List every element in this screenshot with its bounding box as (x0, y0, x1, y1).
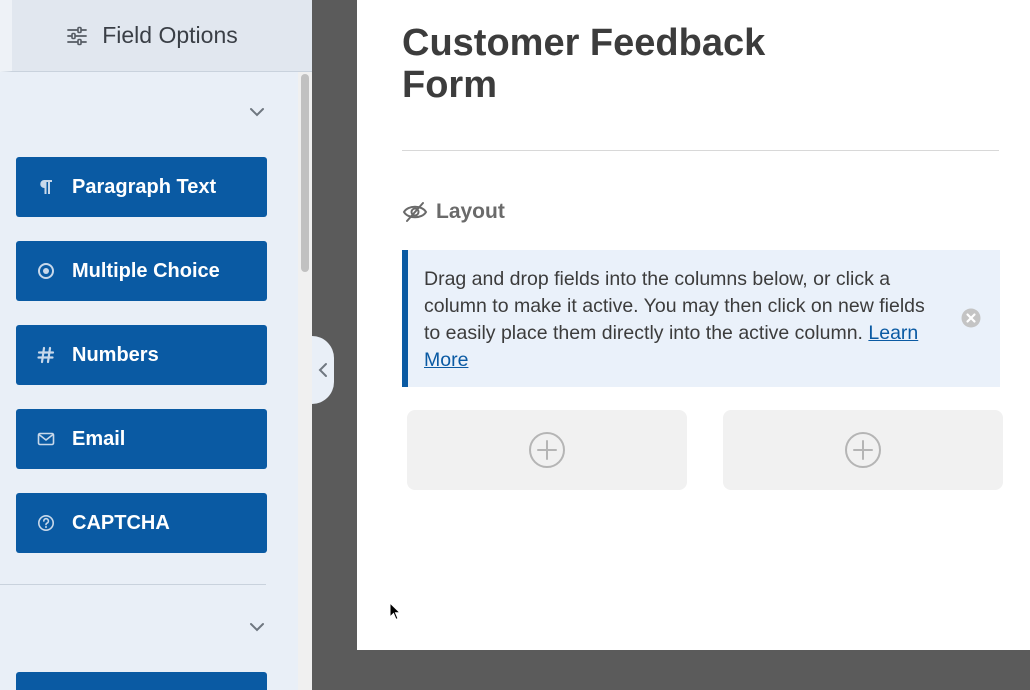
mouse-pointer-icon (389, 602, 402, 621)
tab-label: Field Options (102, 22, 238, 48)
field-label: Paragraph Text (72, 175, 217, 198)
layout-label: Layout (436, 200, 505, 223)
plus-circle-icon (845, 432, 881, 468)
radio-icon (36, 261, 56, 281)
section-divider (0, 584, 266, 585)
layout-column-1[interactable] (407, 410, 687, 490)
title-divider (402, 150, 999, 151)
add-captcha-button[interactable]: CAPTCHA (16, 493, 267, 553)
eye-slash-icon (402, 202, 428, 222)
tab-field-options[interactable]: Field Options (0, 0, 312, 72)
layout-column-2[interactable] (723, 410, 1003, 490)
question-circle-icon (36, 513, 56, 533)
form-canvas: Customer Feedback Form Layout Drag and d… (357, 0, 1030, 650)
notice-text: Drag and drop fields into the columns be… (424, 266, 944, 374)
hash-icon (36, 345, 56, 365)
layout-help-notice: Drag and drop fields into the columns be… (402, 250, 1000, 387)
sidebar-scrollbar-thumb[interactable] (301, 74, 309, 272)
field-button-partial[interactable] (16, 672, 267, 690)
paragraph-icon (36, 177, 56, 197)
section-toggle-chevron-down-icon[interactable] (245, 615, 269, 639)
add-numbers-button[interactable]: Numbers (16, 325, 267, 385)
add-paragraph-text-button[interactable]: Paragraph Text (16, 157, 267, 217)
chevron-left-icon (318, 363, 327, 377)
field-label: Email (72, 427, 126, 450)
field-label: Numbers (72, 343, 159, 366)
notice-message: Drag and drop fields into the columns be… (424, 268, 925, 344)
section-toggle-chevron-down-icon[interactable] (245, 100, 269, 124)
form-title[interactable]: Customer Feedback Form (402, 22, 822, 106)
plus-circle-icon (529, 432, 565, 468)
field-sidebar: Field Options Paragraph Text Multiple Ch… (0, 0, 312, 690)
envelope-icon (36, 429, 56, 449)
close-notice-icon[interactable] (960, 307, 982, 329)
add-multiple-choice-button[interactable]: Multiple Choice (16, 241, 267, 301)
layout-field-heading[interactable]: Layout (402, 200, 505, 224)
field-label: CAPTCHA (72, 511, 170, 534)
sliders-icon (67, 26, 88, 45)
field-label: Multiple Choice (72, 259, 220, 282)
collapse-sidebar-button[interactable] (312, 336, 334, 404)
add-email-button[interactable]: Email (16, 409, 267, 469)
